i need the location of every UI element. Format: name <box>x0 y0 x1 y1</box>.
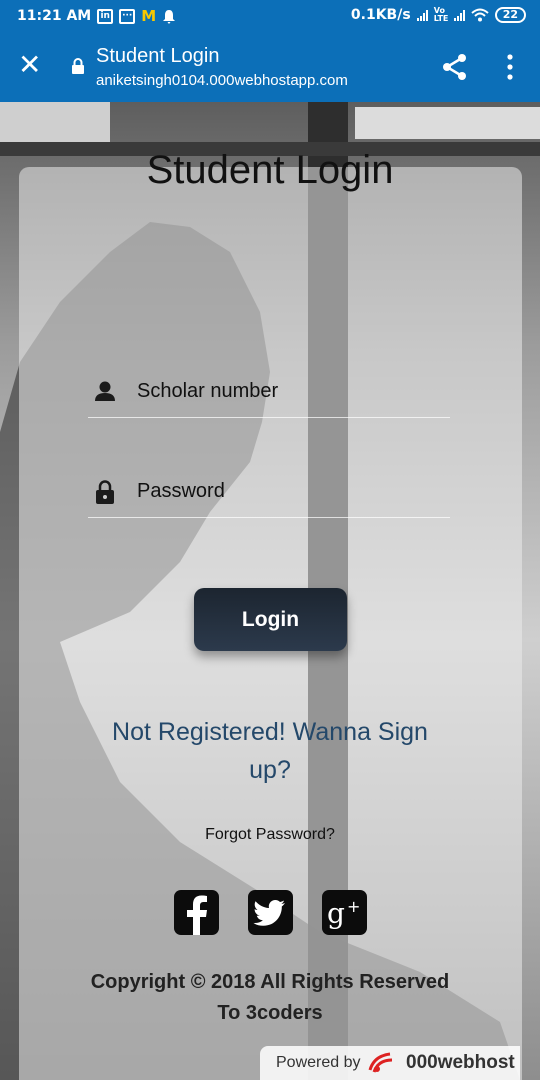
twitter-icon <box>253 900 285 926</box>
clock: 11:21 AM <box>17 8 92 24</box>
svg-text:g: g <box>327 897 345 930</box>
login-button[interactable]: Login <box>194 588 347 651</box>
message-icon: ··· <box>119 8 136 24</box>
copyright-line-2: To 3coders <box>217 1002 323 1024</box>
lock-icon <box>96 480 114 504</box>
page-title: Student Login <box>96 45 220 67</box>
share-icon[interactable] <box>440 52 470 82</box>
login-heading: Student Login <box>146 148 394 192</box>
lock-icon <box>72 58 84 74</box>
mcdonalds-icon: M <box>141 7 157 25</box>
copyright-line-1: Copyright © 2018 All Rights Reserved <box>90 971 450 993</box>
signal-icon-2 <box>453 9 465 21</box>
scholar-number-input[interactable] <box>137 374 437 408</box>
volte-badge: Vo LTE <box>433 6 449 23</box>
powered-by-brand: 000webhost <box>406 1052 515 1073</box>
twitter-button[interactable] <box>248 890 293 935</box>
linkedin-icon: in <box>97 8 114 24</box>
page-url[interactable]: aniketsingh0104.000webhostapp.com <box>96 72 348 89</box>
signup-link[interactable]: Not Registered! Wanna Sign up? <box>100 713 440 789</box>
more-menu-icon[interactable] <box>500 52 520 82</box>
powered-by-text: Powered by <box>276 1054 361 1071</box>
forgot-password-link[interactable]: Forgot Password? <box>0 826 540 844</box>
status-bar: 11:21 AM in ··· M 0.1KB/s Vo LTE 22 <box>0 0 540 32</box>
signal-icon <box>416 9 428 21</box>
password-input[interactable] <box>137 474 437 508</box>
facebook-icon <box>187 895 207 935</box>
copyright: Copyright © 2018 All Rights Reserved To … <box>60 967 480 1029</box>
network-speed: 0.1KB/s <box>350 7 411 23</box>
svg-text:+: + <box>347 897 360 916</box>
powered-by-badge[interactable]: Powered by 000webhost <box>260 1046 520 1080</box>
google-plus-icon: g + <box>327 897 360 930</box>
scholar-number-field <box>88 368 450 418</box>
battery-icon: 22 <box>494 7 526 23</box>
wifi-icon <box>471 8 489 22</box>
close-icon[interactable]: ✕ <box>18 51 44 79</box>
facebook-button[interactable] <box>174 890 219 935</box>
000webhost-logo-icon <box>368 1052 393 1073</box>
notification-bell-icon <box>163 9 176 24</box>
user-icon <box>95 381 115 401</box>
browser-toolbar: ✕ Student Login aniketsingh0104.000webho… <box>0 32 540 102</box>
password-field <box>88 468 450 518</box>
google-plus-button[interactable]: g + <box>322 890 367 935</box>
